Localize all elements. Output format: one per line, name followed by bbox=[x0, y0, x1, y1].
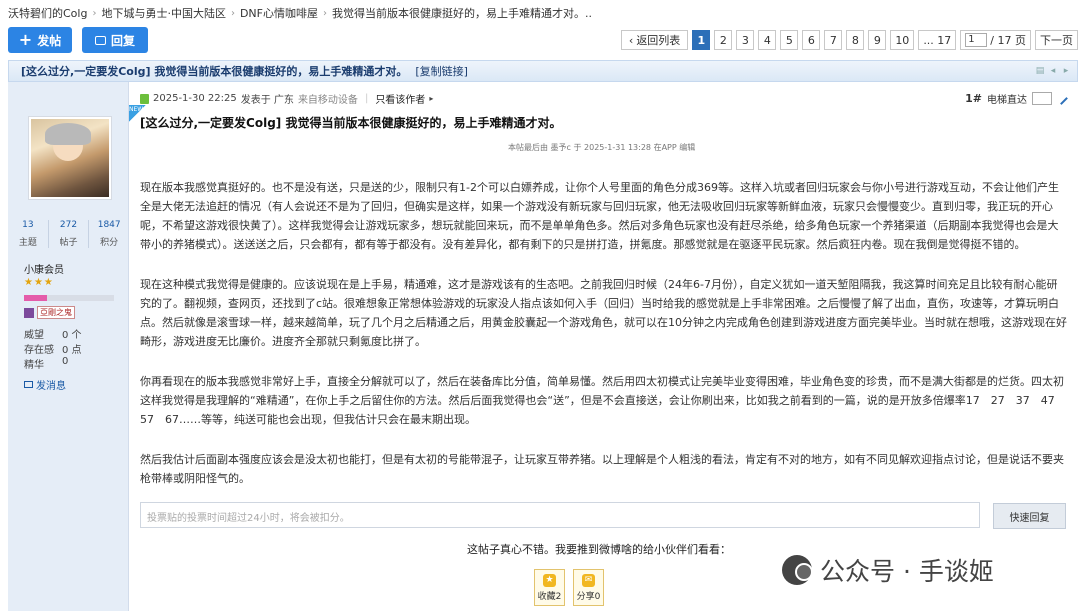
post-device: 来自移动设备 bbox=[297, 95, 358, 106]
post-button-label: 发帖 bbox=[37, 33, 62, 48]
medal: 亞剛之鬼 bbox=[24, 306, 75, 319]
pen-icon[interactable] bbox=[1055, 92, 1068, 105]
floor-info: 1# 电梯直达 bbox=[965, 91, 1068, 106]
caret-right-icon: ▸ bbox=[429, 94, 434, 103]
page-link[interactable]: 9 bbox=[868, 30, 887, 50]
page-link[interactable]: 10 bbox=[890, 30, 915, 50]
plus-icon: + bbox=[18, 30, 33, 49]
post-paragraph: 然后我估计后面副本强度应该会是没太初也能打，但是有太初的号能带混子，让玩家互带养… bbox=[140, 453, 1064, 485]
page-link[interactable]: 8 bbox=[846, 30, 865, 50]
mobile-icon bbox=[140, 93, 149, 104]
page-link[interactable]: 2 bbox=[714, 30, 733, 50]
avatar[interactable] bbox=[28, 116, 112, 200]
breadcrumb: 沃特碧们的Colg › 地下城与勇士·中国大陆区 › DNF心情咖啡屋 › 我觉… bbox=[8, 5, 592, 21]
next-page-button[interactable]: 下一页 bbox=[1035, 30, 1078, 50]
page-link[interactable]: 4 bbox=[758, 30, 777, 50]
page-link[interactable]: 6 bbox=[802, 30, 821, 50]
breadcrumb-item-thread: 我觉得当前版本很健康挺好的，易上手难精通才对。.. bbox=[331, 7, 592, 20]
author-profile: 13 主题 272 帖子 1847 积分 小康会员 ★★★ 亞剛之鬼 威望 0 … bbox=[8, 82, 129, 611]
thread-title: [这么过分,一定要发Colg] 我觉得当前版本很健康挺好的，易上手难精通才对。 bbox=[21, 65, 408, 78]
post-paragraph: 你再看现在的版本我感觉非常好上手，直接全分解就可以了，然后在装备库比分值，简单易… bbox=[140, 375, 1066, 426]
floor-jump-input[interactable] bbox=[1032, 92, 1052, 105]
info-digest: 精华 0 bbox=[24, 356, 69, 371]
copy-link-button[interactable]: [复制链接] bbox=[415, 63, 468, 79]
next-thread-icon[interactable]: ▸ bbox=[1061, 65, 1071, 77]
stat-threads[interactable]: 13 主题 bbox=[8, 220, 49, 248]
page-link[interactable]: 3 bbox=[736, 30, 755, 50]
post-paragraph: 现在这种模式我觉得是健康的。应该说现在是上手易，精通难，这才是游戏该有的生态吧。… bbox=[140, 278, 1067, 348]
page-link[interactable]: 5 bbox=[780, 30, 799, 50]
reply-icon bbox=[94, 35, 106, 45]
page-jump: 1 / 17 页 bbox=[960, 30, 1031, 50]
post-content: NEW 2025-1-30 22:25 发表于 广东 来自移动设备 | 只看该作… bbox=[129, 82, 1078, 611]
page-link[interactable]: 7 bbox=[824, 30, 843, 50]
prev-thread-icon[interactable]: ◂ bbox=[1048, 65, 1058, 77]
rank-stars: ★★★ bbox=[24, 277, 54, 288]
medal-icon bbox=[24, 307, 34, 318]
quick-reply-input[interactable]: 投票贴的投票时间超过24小时，将会被扣分。 bbox=[140, 502, 980, 528]
page-link-last[interactable]: ... 17 bbox=[918, 30, 957, 50]
quick-reply-button[interactable]: 快速回复 bbox=[993, 503, 1066, 529]
floor-number: 1# bbox=[965, 92, 982, 105]
reply-button[interactable]: 回复 bbox=[82, 27, 148, 53]
stat-posts[interactable]: 272 帖子 bbox=[49, 220, 90, 248]
member-rank: 小康会员 bbox=[24, 265, 64, 276]
thread-toolbar: + 发帖 回复 ‹ 返回列表 1 2 3 4 5 6 7 8 9 10 ... … bbox=[8, 27, 1078, 53]
breadcrumb-item-region[interactable]: 地下城与勇士·中国大陆区 bbox=[101, 5, 226, 21]
page-total: / 17 页 bbox=[990, 34, 1026, 47]
stat-points[interactable]: 1847 积分 bbox=[89, 220, 129, 248]
wechat-logo-icon bbox=[782, 555, 813, 585]
send-message-link[interactable]: 发消息 bbox=[24, 377, 66, 392]
post-location: 发表于 广东 bbox=[240, 95, 294, 106]
breadcrumb-item-home[interactable]: 沃特碧们的Colg bbox=[8, 5, 87, 21]
breadcrumb-item-forum[interactable]: DNF心情咖啡屋 bbox=[240, 5, 318, 21]
medal-label: 亞剛之鬼 bbox=[37, 306, 75, 319]
star-icon: ★ bbox=[543, 574, 556, 587]
post-title: [这么过分,一定要发Colg] 我觉得当前版本很健康挺好的，易上手难精通才对。 bbox=[140, 116, 562, 130]
post-paragraph: 现在版本我感觉真挺好的。也不是没有送，只是送的少，限制只有1-2个可以白嫖养成，… bbox=[140, 181, 1059, 251]
share-button[interactable]: ✉ 分享0 bbox=[573, 569, 604, 606]
post-datetime: 2025-1-30 22:25 bbox=[153, 93, 237, 104]
post-body: 现在版本我感觉真挺好的。也不是没有送，只是送的少，限制只有1-2个可以白嫖养成，… bbox=[140, 178, 1068, 509]
quick-reply-bar: 投票贴的投票时间超过24小时，将会被扣分。 快速回复 bbox=[140, 502, 1068, 530]
share-icon: ✉ bbox=[582, 574, 595, 587]
page-jump-input[interactable]: 1 bbox=[965, 33, 988, 47]
post-meta: 2025-1-30 22:25 发表于 广东 来自移动设备 | 只看该作者 ▸ bbox=[140, 91, 433, 106]
post-button[interactable]: + 发帖 bbox=[8, 27, 72, 53]
thread-tools: ▤ ◂ ▸ bbox=[1035, 65, 1071, 77]
only-author-link[interactable]: 只看该作者 bbox=[375, 91, 425, 106]
chevron-right-icon: › bbox=[230, 7, 235, 19]
chevron-left-icon: ‹ bbox=[628, 33, 634, 47]
info-presence: 存在感 0 点 bbox=[24, 345, 82, 356]
chevron-right-icon: › bbox=[92, 7, 97, 19]
back-to-list-button[interactable]: ‹ 返回列表 bbox=[620, 30, 689, 50]
watermark: 公众号 · 手谈姬 bbox=[782, 552, 994, 588]
info-prestige: 威望 0 个 bbox=[24, 330, 82, 341]
level-progress-fill bbox=[24, 295, 47, 301]
edit-note: 本帖最后由 墨予c 于 2025-1-31 13:28 在APP 编辑 bbox=[508, 143, 696, 152]
reply-button-label: 回复 bbox=[110, 33, 135, 48]
watermark-text: 公众号 · 手谈姬 bbox=[820, 557, 994, 586]
meta-divider: | bbox=[364, 93, 369, 104]
level-progress-bar bbox=[24, 295, 114, 301]
avatar-image bbox=[31, 119, 109, 197]
floor-jump-label: 电梯直达 bbox=[987, 95, 1027, 106]
envelope-icon bbox=[24, 381, 33, 388]
page-link[interactable]: 1 bbox=[692, 30, 711, 50]
share-prompt: 这帖子真心不错。我要推到微博啥的给小伙伴们看看： bbox=[467, 543, 731, 556]
author-stats: 13 主题 272 帖子 1847 积分 bbox=[8, 220, 129, 248]
favorite-button[interactable]: ★ 收藏2 bbox=[534, 569, 565, 606]
chevron-right-icon: › bbox=[322, 7, 327, 19]
pagination: ‹ 返回列表 1 2 3 4 5 6 7 8 9 10 ... 17 1 / 1… bbox=[620, 30, 1078, 50]
thread-header: [这么过分,一定要发Colg] 我觉得当前版本很健康挺好的，易上手难精通才对。 … bbox=[8, 60, 1078, 82]
print-icon[interactable]: ▤ bbox=[1035, 65, 1045, 77]
